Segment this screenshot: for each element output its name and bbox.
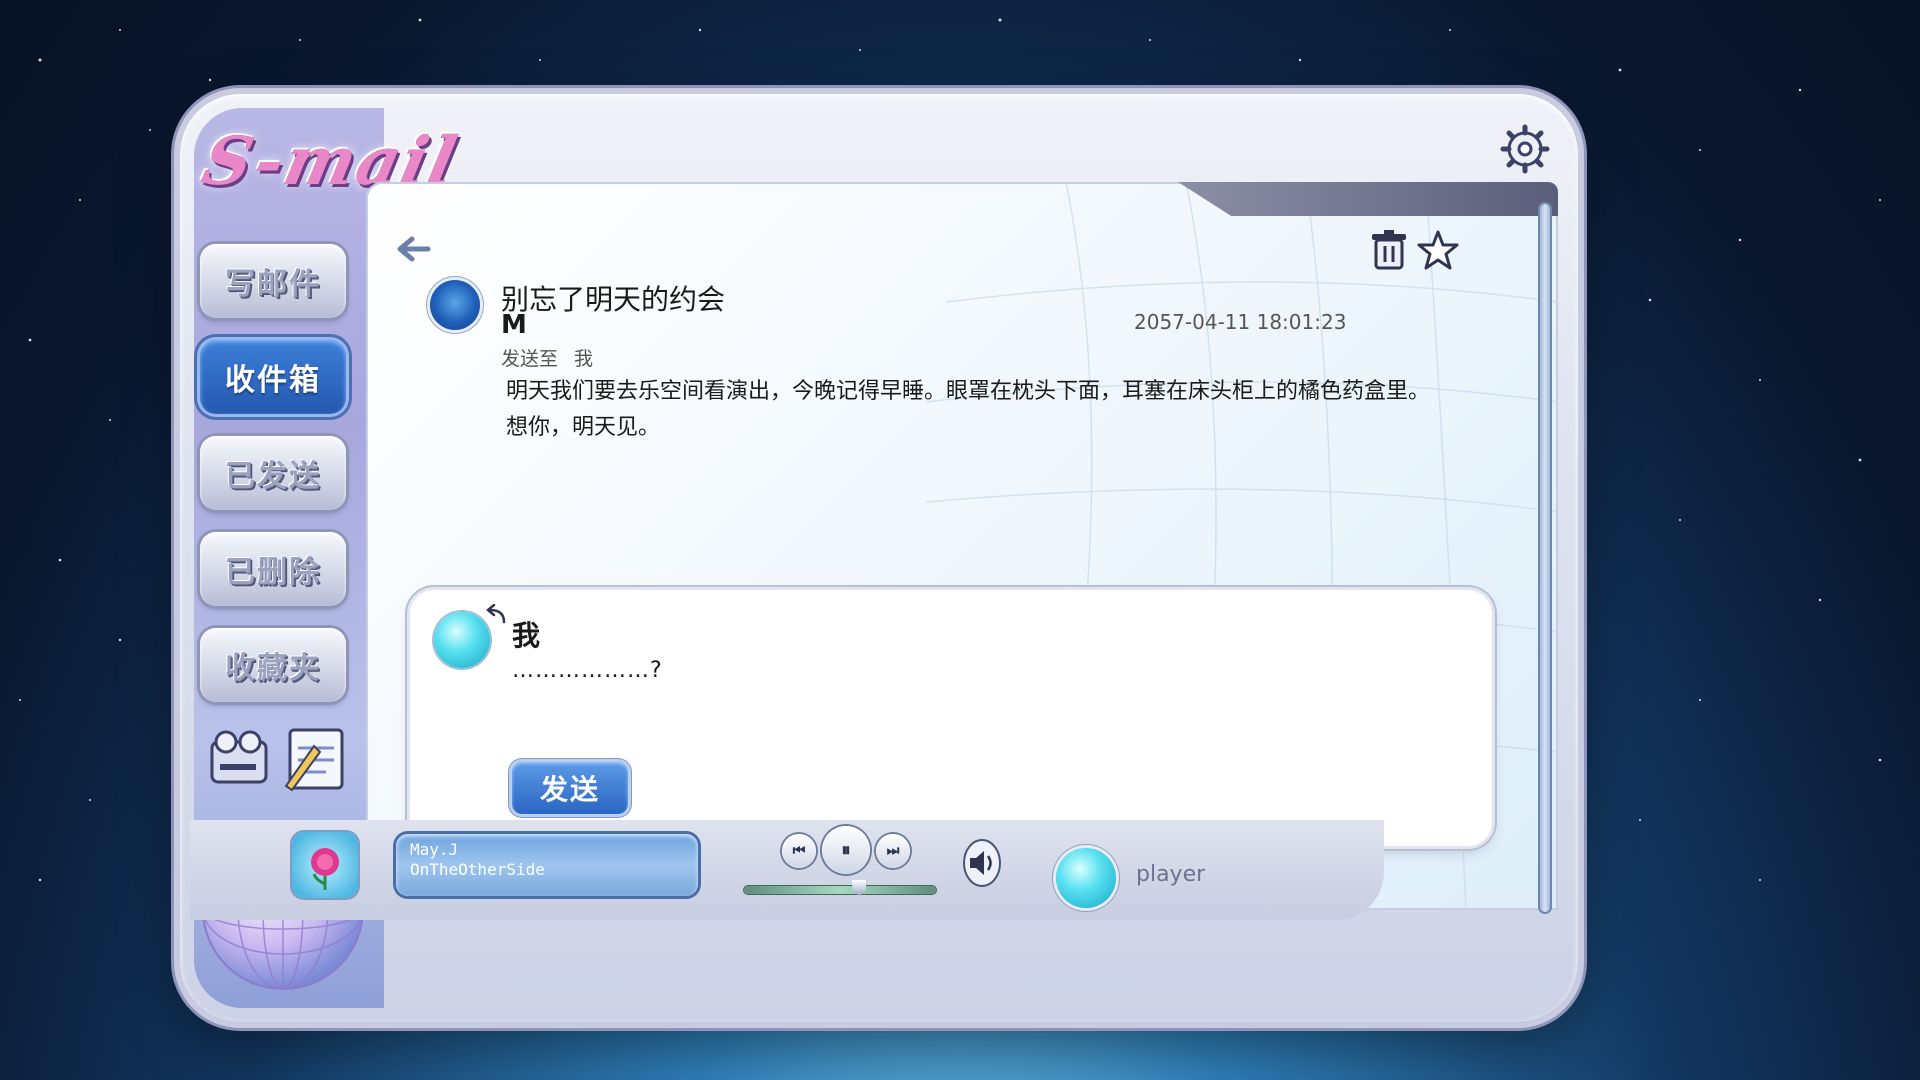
header-strip [1178, 182, 1558, 216]
settings-gear-icon[interactable] [1500, 124, 1550, 174]
content-scrollbar[interactable] [1538, 202, 1552, 914]
nav-compose-button[interactable]: 写邮件 [200, 244, 346, 318]
reply-arrow-icon [486, 604, 506, 624]
film-camera-icon[interactable] [210, 730, 268, 784]
sidebar-tool-icons [210, 728, 344, 792]
sender-avatar [430, 280, 480, 330]
reply-text-input[interactable]: ………………? [512, 658, 663, 683]
track-display: May.J OnTheOtherSide [396, 834, 698, 896]
seek-bar[interactable] [744, 886, 936, 894]
nav-inbox-button[interactable]: 收件箱 [200, 340, 346, 414]
next-track-button[interactable]: ⏭ [876, 834, 910, 868]
previous-track-button[interactable]: ⏮ [782, 834, 816, 868]
nav-deleted-button[interactable]: 已删除 [200, 532, 346, 606]
player-username: player [1136, 862, 1206, 887]
player-avatar [1056, 848, 1116, 908]
pause-button[interactable]: ⏸ [822, 826, 870, 874]
track-artist: May.J [410, 840, 459, 859]
email-body-line: 明天我们要去乐空间看演出，今晚记得早睡。眼罩在枕头下面，耳塞在床头柜上的橘色药盒… [506, 379, 1431, 404]
rose-icon [311, 848, 339, 890]
email-timestamp: 2057-04-11 18:01:23 [1134, 310, 1347, 334]
notepad-icon[interactable] [284, 728, 344, 792]
sent-to-label: 发送至 [501, 348, 559, 370]
back-arrow-icon[interactable] [394, 234, 434, 264]
email-recipient-line: 发送至我 [501, 344, 593, 371]
volume-icon[interactable] [962, 838, 1002, 888]
email-subject: 别忘了明天的约会 [501, 283, 726, 316]
favorite-star-icon[interactable] [1416, 228, 1460, 272]
email-content-panel: 别忘了明天的约会 M 2057-04-11 18:01:23 发送至我 明天我们… [366, 182, 1558, 910]
email-body: 明天我们要去乐空间看演出，今晚记得早睡。眼罩在枕头下面，耳塞在床头柜上的橘色药盒… [506, 374, 1506, 446]
track-title: OnTheOtherSide [410, 860, 545, 879]
send-button[interactable]: 发送 [512, 762, 628, 814]
album-art [292, 832, 358, 898]
email-sender: M [501, 310, 527, 340]
nav-favorites-button[interactable]: 收藏夹 [200, 628, 346, 702]
email-body-line: 想你，明天见。 [506, 415, 661, 440]
nav-sent-button[interactable]: 已发送 [200, 436, 346, 510]
sent-to-value: 我 [574, 348, 594, 370]
reply-box: 我 ………………? 发送 [410, 590, 1492, 846]
reply-sender-name: 我 [512, 619, 541, 652]
trash-icon[interactable] [1370, 228, 1408, 272]
